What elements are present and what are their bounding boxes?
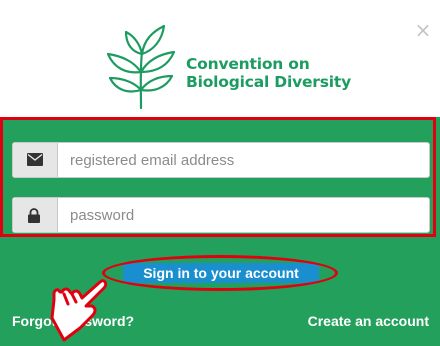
- create-account-link[interactable]: Create an account: [308, 312, 429, 330]
- pointing-hand-icon: [50, 279, 108, 342]
- logo-header: Convention on Biological Diversity ×: [0, 0, 440, 117]
- close-icon[interactable]: ×: [414, 20, 432, 40]
- sign-in-highlight: [102, 255, 338, 291]
- plant-leaves-icon: [106, 24, 176, 110]
- fields-highlight: [0, 117, 436, 237]
- logo-line-1: Convention on: [186, 55, 310, 73]
- logo-wordmark: Convention on Biological Diversity: [186, 55, 351, 91]
- login-dialog: Convention on Biological Diversity × Sig…: [0, 0, 440, 346]
- logo-line-2: Biological Diversity: [186, 73, 351, 91]
